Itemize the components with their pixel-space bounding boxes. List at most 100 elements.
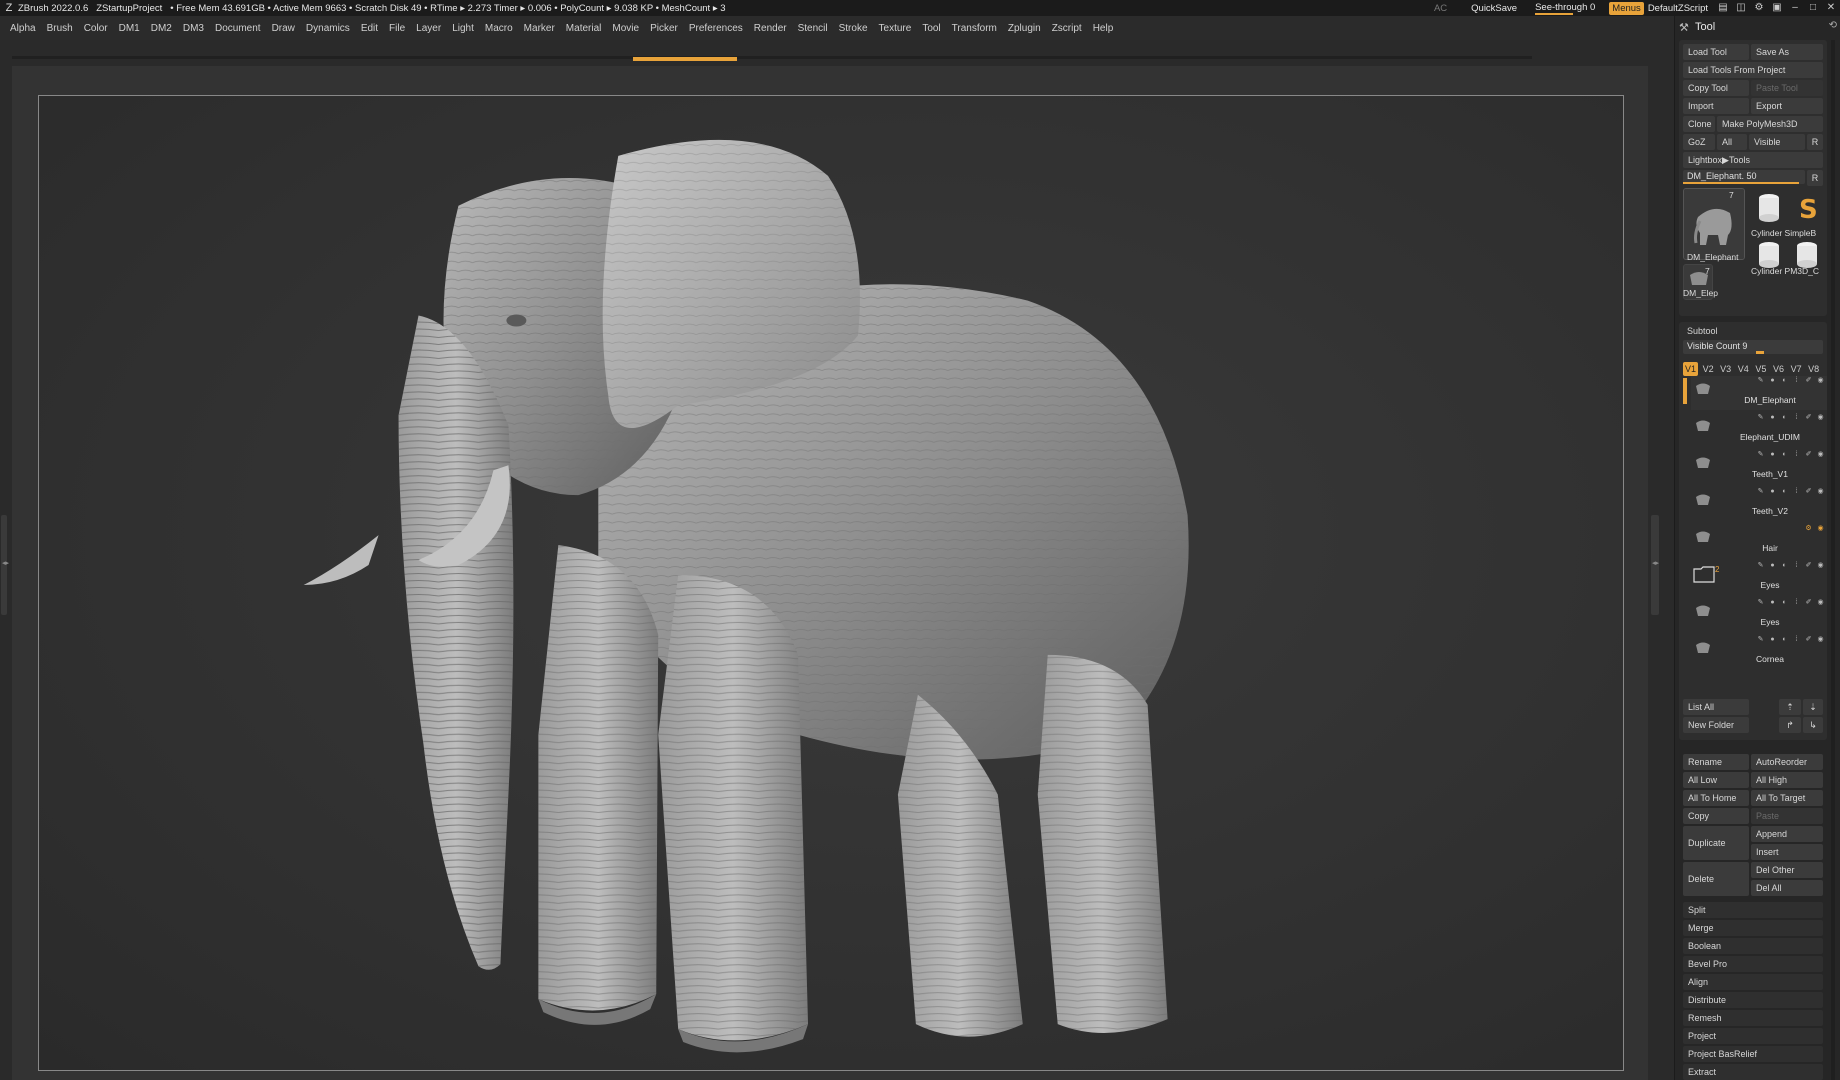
polypaint-icon[interactable]: ◐ — [1780, 414, 1789, 422]
dynamic-icon[interactable]: ⁞ — [1792, 488, 1801, 496]
merge-menu[interactable]: Merge — [1683, 920, 1823, 936]
menu-item-zplugin[interactable]: Zplugin — [1008, 23, 1041, 34]
brush-icon[interactable]: ✐ — [1804, 562, 1813, 570]
folder-gear-icon[interactable]: ⚙ — [1804, 525, 1813, 533]
del-other-button[interactable]: Del Other — [1751, 862, 1823, 878]
goz-all-button[interactable]: All — [1717, 134, 1747, 150]
visibility-eye-icon[interactable]: ◉ — [1816, 599, 1825, 607]
right-tray-handle[interactable]: ◂▸ — [1651, 515, 1659, 615]
new-folder-button[interactable]: New Folder — [1683, 717, 1749, 733]
solo-icon[interactable]: ● — [1768, 414, 1777, 422]
goz-r-button[interactable]: R — [1807, 134, 1823, 150]
menu-item-marker[interactable]: Marker — [524, 23, 555, 34]
all-to-target-button[interactable]: All To Target — [1751, 790, 1823, 806]
save-as-button[interactable]: Save As — [1751, 44, 1823, 60]
left-tray-handle[interactable]: ◂▸ — [1, 515, 9, 615]
solo-icon[interactable]: ● — [1768, 562, 1777, 570]
move-up-icon[interactable]: ⇡ — [1779, 699, 1801, 715]
menus-toggle[interactable]: Menus — [1609, 1, 1644, 15]
paste-tool-button[interactable]: Paste Tool — [1751, 80, 1823, 96]
menu-item-document[interactable]: Document — [215, 23, 261, 34]
subtool-header[interactable]: Subtool — [1687, 326, 1718, 336]
subtool-row[interactable]: ✎ ● ◐ ⁞ ✐ ◉ DM_Elephant — [1691, 376, 1827, 410]
quicksave-button[interactable]: QuickSave — [1471, 3, 1517, 14]
version-tab-v5[interactable]: V5 — [1753, 362, 1768, 376]
pin-icon[interactable]: ⟲ — [1829, 20, 1837, 31]
dynamic-icon[interactable]: ⁞ — [1792, 377, 1801, 385]
move-down-icon[interactable]: ⇣ — [1803, 699, 1823, 715]
brush-icon[interactable]: ✐ — [1804, 377, 1813, 385]
see-through-slider[interactable]: See-through 0 — [1535, 2, 1595, 15]
visibility-eye-icon[interactable]: ◉ — [1816, 562, 1825, 570]
remesh-menu[interactable]: Remesh — [1683, 1010, 1823, 1026]
append-button[interactable]: Append — [1751, 826, 1823, 842]
dynamic-icon[interactable]: ⁞ — [1792, 562, 1801, 570]
version-tab-v2[interactable]: V2 — [1701, 362, 1716, 376]
menu-item-dm2[interactable]: DM2 — [151, 23, 172, 34]
subtool-row[interactable]: ⚙ ◉ Hair — [1691, 524, 1827, 558]
solo-icon[interactable]: ● — [1768, 488, 1777, 496]
menu-item-zscript[interactable]: Zscript — [1052, 23, 1082, 34]
edit-icon[interactable]: ✎ — [1756, 599, 1765, 607]
menu-item-color[interactable]: Color — [84, 23, 108, 34]
load-tools-from-project-button[interactable]: Load Tools From Project — [1683, 62, 1823, 78]
project-basrelief-menu[interactable]: Project BasRelief — [1683, 1046, 1823, 1062]
polypaint-icon[interactable]: ◐ — [1780, 451, 1789, 459]
menu-item-stroke[interactable]: Stroke — [839, 23, 868, 34]
visibility-eye-icon[interactable]: ◉ — [1816, 414, 1825, 422]
visibility-eye-icon[interactable]: ◉ — [1816, 451, 1825, 459]
move-out-icon[interactable]: ↳ — [1803, 717, 1823, 733]
duplicate-button[interactable]: Duplicate — [1683, 826, 1749, 860]
panel-scrollbar[interactable] — [1831, 40, 1835, 1080]
menu-item-light[interactable]: Light — [452, 23, 474, 34]
visibility-eye-icon[interactable]: ◉ — [1816, 636, 1825, 644]
brush-icon[interactable]: ✐ — [1804, 414, 1813, 422]
menu-item-material[interactable]: Material — [566, 23, 602, 34]
brush-icon[interactable]: ✐ — [1804, 599, 1813, 607]
version-tab-v8[interactable]: V8 — [1806, 362, 1821, 376]
list-all-button[interactable]: List All — [1683, 699, 1749, 715]
menu-item-preferences[interactable]: Preferences — [689, 23, 743, 34]
polypaint-icon[interactable]: ◐ — [1780, 636, 1789, 644]
copy-tool-button[interactable]: Copy Tool — [1683, 80, 1749, 96]
visibility-eye-icon[interactable]: ◉ — [1816, 488, 1825, 496]
insert-button[interactable]: Insert — [1751, 844, 1823, 860]
edit-icon[interactable]: ✎ — [1756, 562, 1765, 570]
simple-brush-thumbnail[interactable]: S — [1791, 188, 1825, 228]
subtool-row[interactable]: ✎ ● ◐ ⁞ ✐ ◉ Cornea — [1691, 635, 1827, 669]
version-tab-v6[interactable]: V6 — [1771, 362, 1786, 376]
elephant-tool-thumbnail[interactable] — [1683, 188, 1745, 260]
polypaint-icon[interactable]: ◐ — [1780, 599, 1789, 607]
version-tab-v1[interactable]: V1 — [1683, 362, 1698, 376]
dynamic-icon[interactable]: ⁞ — [1792, 451, 1801, 459]
close-icon[interactable]: ✕ — [1825, 2, 1837, 14]
all-high-button[interactable]: All High — [1751, 772, 1823, 788]
menu-item-dm3[interactable]: DM3 — [183, 23, 204, 34]
goz-visible-button[interactable]: Visible — [1749, 134, 1805, 150]
minimize-icon[interactable]: – — [1789, 2, 1801, 14]
auto-reorder-button[interactable]: AutoReorder — [1751, 754, 1823, 770]
edit-icon[interactable]: ✎ — [1756, 636, 1765, 644]
version-tab-v4[interactable]: V4 — [1736, 362, 1751, 376]
dynamic-icon[interactable]: ⁞ — [1792, 414, 1801, 422]
make-polymesh3d-button[interactable]: Make PolyMesh3D — [1717, 116, 1823, 132]
brush-icon[interactable]: ✐ — [1804, 451, 1813, 459]
ac-indicator[interactable]: AC — [1434, 3, 1447, 14]
subtool-row[interactable]: ✎ ● ◐ ⁞ ✐ ◉ 2 Eyes — [1691, 561, 1827, 595]
polypaint-icon[interactable]: ◐ — [1780, 377, 1789, 385]
menu-item-tool[interactable]: Tool — [922, 23, 940, 34]
tool-palette-header[interactable]: ⚒ Tool ⟲ — [1675, 16, 1840, 38]
cylinder-simpleb-thumbnail[interactable] — [1751, 188, 1787, 228]
maximize-icon[interactable]: □ — [1807, 2, 1819, 14]
menu-item-render[interactable]: Render — [754, 23, 787, 34]
align-menu[interactable]: Align — [1683, 974, 1823, 990]
load-tool-button[interactable]: Load Tool — [1683, 44, 1749, 60]
solo-icon[interactable]: ● — [1768, 451, 1777, 459]
paste-subtool-button[interactable]: Paste — [1751, 808, 1823, 824]
window-icon[interactable]: ▣ — [1771, 2, 1783, 14]
subtool-row[interactable]: ✎ ● ◐ ⁞ ✐ ◉ Eyes — [1691, 598, 1827, 632]
delete-button[interactable]: Delete — [1683, 862, 1749, 896]
import-button[interactable]: Import — [1683, 98, 1749, 114]
menu-item-texture[interactable]: Texture — [879, 23, 912, 34]
rename-button[interactable]: Rename — [1683, 754, 1749, 770]
